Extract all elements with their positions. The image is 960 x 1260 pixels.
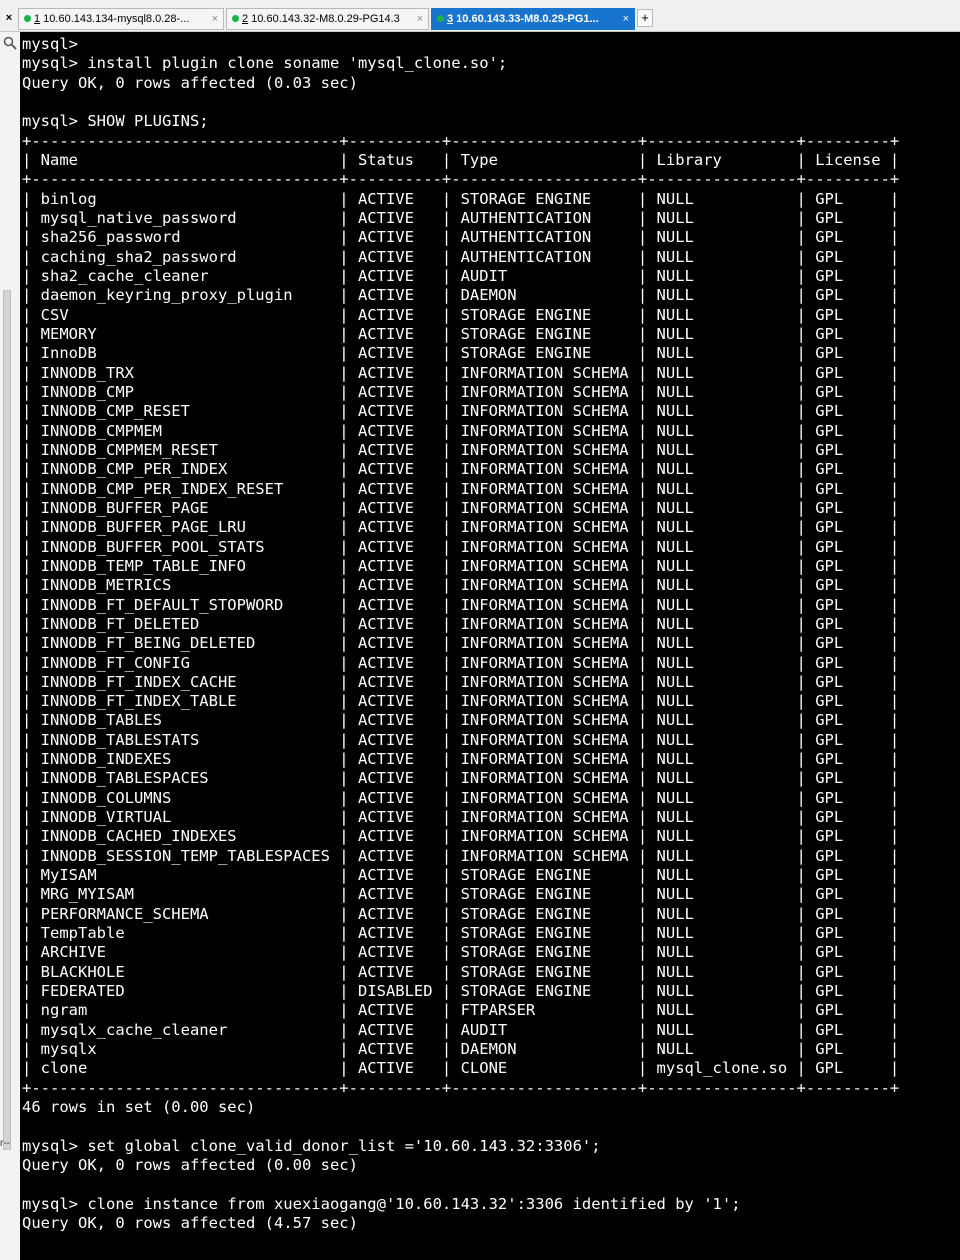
table-row: | INNODB_CMP_PER_INDEX_RESET | ACTIVE | … <box>22 479 900 498</box>
table-row: | daemon_keyring_proxy_plugin | ACTIVE |… <box>22 286 900 305</box>
tab-session-1[interactable]: 1 10.60.143.134-mysql8.0.28-... × <box>18 8 224 30</box>
tab-session-3[interactable]: 3 10.60.143.33-M8.0.29-PG1... × <box>431 8 635 30</box>
table-row: | INNODB_CMPMEM | ACTIVE | INFORMATION S… <box>22 421 900 440</box>
table-row: | INNODB_VIRTUAL | ACTIVE | INFORMATION … <box>22 808 900 827</box>
table-row: | INNODB_TABLESTATS | ACTIVE | INFORMATI… <box>22 730 900 749</box>
table-row: | INNODB_CMP_PER_INDEX | ACTIVE | INFORM… <box>22 460 900 479</box>
tab-close-icon[interactable]: × <box>417 9 423 29</box>
table-row: | MRG_MYISAM | ACTIVE | STORAGE ENGINE |… <box>22 885 900 904</box>
output-line: Query OK, 0 rows affected (0.03 sec) <box>22 73 358 92</box>
table-row: | INNODB_BUFFER_PAGE_LRU | ACTIVE | INFO… <box>22 518 900 537</box>
command-line: mysql> install plugin clone soname 'mysq… <box>22 54 508 73</box>
table-row: | INNODB_FT_DEFAULT_STOPWORD | ACTIVE | … <box>22 595 900 614</box>
gutter-marker: r-- <box>0 1138 10 1149</box>
table-row: | INNODB_CMP | ACTIVE | INFORMATION SCHE… <box>22 382 900 401</box>
table-row: | INNODB_FT_CONFIG | ACTIVE | INFORMATIO… <box>22 653 900 672</box>
table-row: | MyISAM | ACTIVE | STORAGE ENGINE | NUL… <box>22 866 900 885</box>
table-row: | INNODB_SESSION_TEMP_TABLESPACES | ACTI… <box>22 846 900 865</box>
table-row: | INNODB_METRICS | ACTIVE | INFORMATION … <box>22 576 900 595</box>
table-row: | mysql_native_password | ACTIVE | AUTHE… <box>22 208 900 227</box>
add-tab-button[interactable]: + <box>637 9 653 27</box>
table-row: | INNODB_FT_BEING_DELETED | ACTIVE | INF… <box>22 634 900 653</box>
table-border: +---------------------------------+-----… <box>22 131 900 150</box>
table-row: | clone | ACTIVE | CLONE | mysql_clone.s… <box>22 1059 900 1078</box>
table-row: | sha256_password | ACTIVE | AUTHENTICAT… <box>22 228 900 247</box>
table-row: | INNODB_BUFFER_POOL_STATS | ACTIVE | IN… <box>22 537 900 556</box>
table-row: | ARCHIVE | ACTIVE | STORAGE ENGINE | NU… <box>22 943 900 962</box>
table-row: | INNODB_INDEXES | ACTIVE | INFORMATION … <box>22 750 900 769</box>
table-row: | binlog | ACTIVE | STORAGE ENGINE | NUL… <box>22 189 900 208</box>
green-dot-icon <box>24 15 31 22</box>
tab-bar: × 1 10.60.143.134-mysql8.0.28-... × 2 10… <box>0 0 960 32</box>
scrollbar-thumb[interactable] <box>3 290 11 1150</box>
output-line: 46 rows in set (0.00 sec) <box>22 1098 256 1117</box>
tab-label: 10.60.143.32-M8.0.29-PG14.3 <box>248 13 400 25</box>
search-icon[interactable] <box>3 36 17 50</box>
close-all-tabs-button[interactable]: × <box>0 9 18 27</box>
command-line: mysql> SHOW PLUGINS; <box>22 112 209 131</box>
table-row: | BLACKHOLE | ACTIVE | STORAGE ENGINE | … <box>22 962 900 981</box>
output-line: Query OK, 0 rows affected (0.00 sec) <box>22 1156 358 1175</box>
tab-close-icon[interactable]: × <box>212 9 218 29</box>
tab-session-2[interactable]: 2 10.60.143.32-M8.0.29-PG14.3 × <box>226 8 429 30</box>
table-row: | ngram | ACTIVE | FTPARSER | NULL | GPL… <box>22 1001 900 1020</box>
table-row: | sha2_cache_cleaner | ACTIVE | AUDIT | … <box>22 266 900 285</box>
table-border: +---------------------------------+-----… <box>22 170 900 189</box>
table-row: | mysqlx_cache_cleaner | ACTIVE | AUDIT … <box>22 1020 900 1039</box>
terminal-output[interactable]: mysql> mysql> install plugin clone sonam… <box>20 32 960 1260</box>
table-border: +---------------------------------+-----… <box>22 1078 900 1097</box>
table-row: | INNODB_TABLES | ACTIVE | INFORMATION S… <box>22 711 900 730</box>
table-row: | FEDERATED | DISABLED | STORAGE ENGINE … <box>22 982 900 1001</box>
table-row: | INNODB_CACHED_INDEXES | ACTIVE | INFOR… <box>22 827 900 846</box>
table-row: | TempTable | ACTIVE | STORAGE ENGINE | … <box>22 924 900 943</box>
table-row: | INNODB_CMP_RESET | ACTIVE | INFORMATIO… <box>22 402 900 421</box>
tab-label: 10.60.143.134-mysql8.0.28-... <box>40 13 190 25</box>
table-row: | PERFORMANCE_SCHEMA | ACTIVE | STORAGE … <box>22 904 900 923</box>
table-row: | INNODB_TEMP_TABLE_INFO | ACTIVE | INFO… <box>22 556 900 575</box>
table-row: | CSV | ACTIVE | STORAGE ENGINE | NULL |… <box>22 305 900 324</box>
table-row: | INNODB_CMPMEM_RESET | ACTIVE | INFORMA… <box>22 440 900 459</box>
table-row: | caching_sha2_password | ACTIVE | AUTHE… <box>22 247 900 266</box>
command-line: mysql> set global clone_valid_donor_list… <box>22 1136 601 1155</box>
table-header: | Name | Status | Type | Library | Licen… <box>22 150 900 169</box>
green-dot-icon <box>437 15 444 22</box>
table-row: | INNODB_TABLESPACES | ACTIVE | INFORMAT… <box>22 769 900 788</box>
table-row: | INNODB_FT_INDEX_CACHE | ACTIVE | INFOR… <box>22 672 900 691</box>
command-line: mysql> <box>22 35 78 53</box>
table-row: | mysqlx | ACTIVE | DAEMON | NULL | GPL … <box>22 1040 900 1059</box>
table-row: | INNODB_BUFFER_PAGE | ACTIVE | INFORMAT… <box>22 498 900 517</box>
table-row: | INNODB_TRX | ACTIVE | INFORMATION SCHE… <box>22 363 900 382</box>
command-line: mysql> clone instance from xuexiaogang@'… <box>22 1194 741 1213</box>
table-row: | INNODB_FT_DELETED | ACTIVE | INFORMATI… <box>22 614 900 633</box>
tab-label: 10.60.143.33-M8.0.29-PG1... <box>453 13 599 25</box>
green-dot-icon <box>232 15 239 22</box>
output-line: Query OK, 0 rows affected (4.57 sec) <box>22 1214 358 1233</box>
terminal-text: mysql> mysql> install plugin clone sonam… <box>20 32 960 1233</box>
table-row: | INNODB_FT_INDEX_TABLE | ACTIVE | INFOR… <box>22 692 900 711</box>
table-row: | INNODB_COLUMNS | ACTIVE | INFORMATION … <box>22 788 900 807</box>
tab-close-icon[interactable]: × <box>623 9 629 29</box>
table-row: | MEMORY | ACTIVE | STORAGE ENGINE | NUL… <box>22 324 900 343</box>
table-row: | InnoDB | ACTIVE | STORAGE ENGINE | NUL… <box>22 344 900 363</box>
